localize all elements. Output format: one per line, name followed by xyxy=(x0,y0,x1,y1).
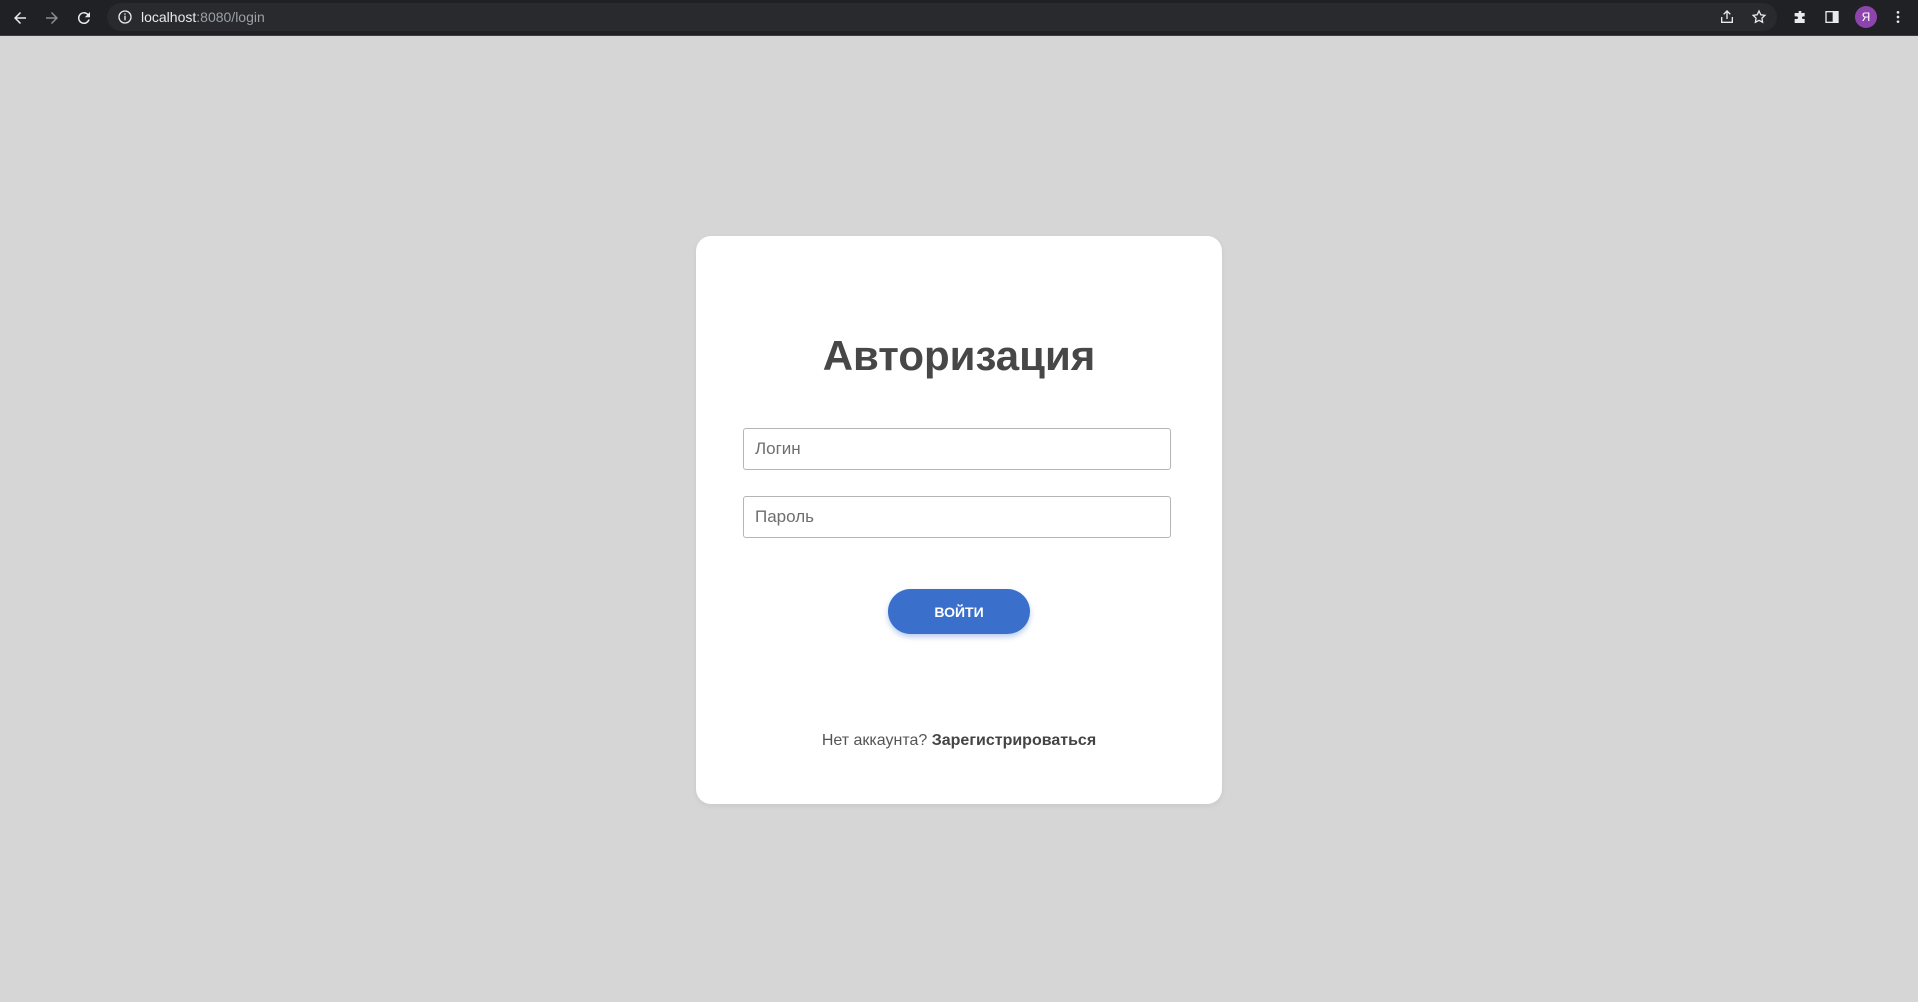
reload-icon xyxy=(77,12,90,25)
reload-button[interactable] xyxy=(71,5,97,31)
profile-avatar[interactable]: Я xyxy=(1855,6,1877,28)
page-title: Авторизация xyxy=(822,332,1096,379)
browser-menu-button[interactable] xyxy=(1887,6,1909,28)
back-button[interactable] xyxy=(7,5,33,31)
arrow-right-icon xyxy=(46,12,58,24)
puzzle-icon xyxy=(1794,11,1805,23)
bookmark-button[interactable] xyxy=(1749,7,1769,27)
register-prompt: Нет аккаунта? Зарегистрироваться xyxy=(696,732,1222,750)
browser-toolbar: localhost:8080/login Я xyxy=(0,0,1918,36)
more-vert-icon xyxy=(1896,11,1900,23)
side-panel-button[interactable] xyxy=(1821,6,1843,28)
info-icon[interactable] xyxy=(117,9,133,25)
login-card: Авторизация ВОЙТИ Нет аккаунта? Зарегист… xyxy=(696,236,1222,804)
forward-button[interactable] xyxy=(39,5,65,31)
login-button[interactable]: ВОЙТИ xyxy=(888,589,1030,634)
extensions-button[interactable] xyxy=(1789,6,1811,28)
url-path: :8080/login xyxy=(196,9,265,25)
url-host: localhost xyxy=(141,9,197,25)
share-icon xyxy=(1721,10,1733,23)
url-text[interactable]: localhost:8080/login xyxy=(141,3,265,31)
arrow-left-icon xyxy=(14,12,26,24)
password-input[interactable] xyxy=(743,496,1171,538)
star-icon xyxy=(1751,9,1767,24)
side-panel-icon xyxy=(1825,11,1839,23)
address-bar[interactable]: localhost:8080/login xyxy=(107,3,1777,31)
register-link[interactable]: Зарегистрироваться xyxy=(932,732,1096,749)
no-account-text: Нет аккаунта? xyxy=(821,732,928,749)
share-button[interactable] xyxy=(1717,7,1737,27)
login-input[interactable] xyxy=(743,428,1171,470)
